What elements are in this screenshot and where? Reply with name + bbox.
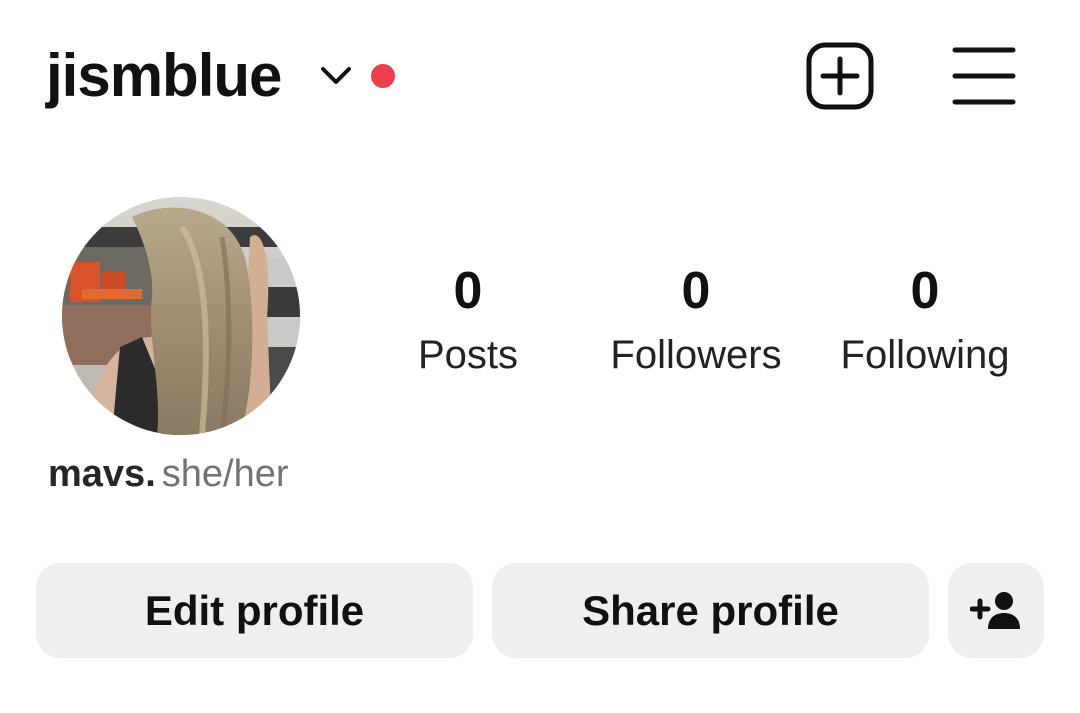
following-label: Following — [840, 333, 1010, 377]
following-count: 0 — [910, 262, 940, 320]
share-profile-button[interactable]: Share profile — [492, 563, 929, 658]
username[interactable]: jismblue — [46, 36, 282, 116]
followers-label: Followers — [610, 333, 782, 377]
pronouns: she/her — [161, 453, 289, 495]
hamburger-menu-icon[interactable] — [950, 44, 1018, 108]
profile-stats: 0 Posts 0 Followers 0 Following — [0, 260, 1080, 390]
edit-profile-button[interactable]: Edit profile — [36, 563, 473, 658]
stat-following[interactable]: 0 Following — [815, 260, 1035, 388]
chevron-down-icon[interactable] — [318, 60, 354, 90]
discover-people-button[interactable] — [948, 563, 1044, 658]
profile-header: jismblue — [0, 0, 1080, 150]
stat-followers[interactable]: 0 Followers — [586, 260, 806, 388]
notification-dot — [371, 64, 395, 88]
posts-label: Posts — [417, 333, 519, 377]
bio: mavs. she/her — [48, 450, 289, 498]
posts-count: 0 — [453, 262, 483, 320]
add-square-icon[interactable] — [806, 42, 874, 110]
stat-posts[interactable]: 0 Posts — [358, 260, 578, 388]
followers-count: 0 — [681, 262, 711, 320]
person-add-icon — [970, 591, 1020, 629]
display-name: mavs. — [48, 453, 156, 495]
